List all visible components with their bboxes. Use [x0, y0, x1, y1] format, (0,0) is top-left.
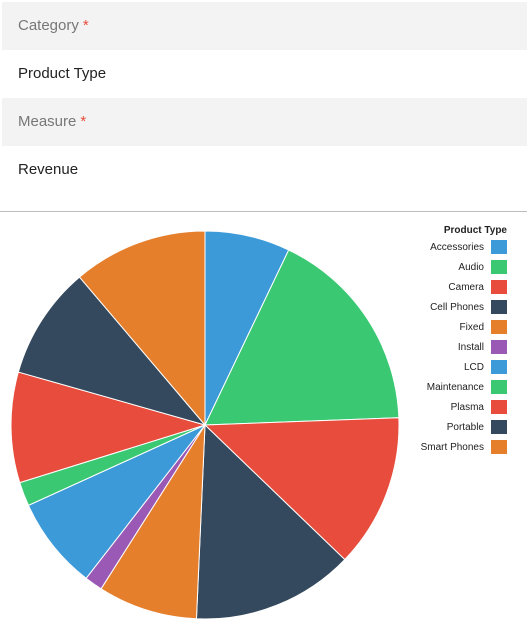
measure-select[interactable]: Revenue	[2, 146, 527, 194]
legend: Product Type Accessories Audio Camera Cell …	[421, 225, 508, 454]
legend-label: Camera	[448, 282, 484, 293]
legend-label: Plasma	[451, 402, 485, 413]
category-value: Product Type	[18, 65, 107, 82]
legend-label: LCD	[464, 362, 484, 373]
pie-chart: Product Type Accessories Audio Camera Cell …	[10, 225, 508, 620]
legend-swatch	[491, 400, 507, 414]
category-select[interactable]: Product Type	[2, 50, 527, 98]
legend-swatch	[491, 280, 507, 294]
legend-swatch	[491, 320, 507, 334]
legend-label: Cell Phones	[430, 302, 484, 313]
category-header: Category *	[2, 2, 527, 50]
measure-value: Revenue	[18, 161, 79, 178]
legend-swatch	[491, 340, 507, 354]
legend-label: Fixed	[460, 322, 484, 333]
legend-swatch	[491, 260, 507, 274]
legend-swatch	[491, 300, 507, 314]
legend-label: Smart Phones	[421, 442, 484, 453]
legend-label: Accessories	[430, 242, 484, 253]
measure-required-marker: *	[80, 113, 87, 130]
divider	[0, 211, 527, 212]
category-required-marker: *	[82, 17, 89, 34]
legend-label: Portable	[447, 422, 485, 433]
measure-header: Measure *	[2, 98, 527, 146]
pie-slices	[10, 230, 400, 620]
legend-label: Maintenance	[427, 382, 485, 393]
legend-label: Install	[458, 342, 484, 353]
legend-swatch	[491, 420, 507, 434]
legend-title: Product Type	[444, 225, 508, 236]
legend-swatch	[491, 360, 507, 374]
legend-swatch	[491, 380, 507, 394]
category-label: Category	[18, 17, 79, 34]
legend-swatch	[491, 440, 507, 454]
legend-swatch	[491, 240, 507, 254]
legend-label: Audio	[458, 262, 484, 273]
measure-label: Measure	[18, 113, 77, 130]
